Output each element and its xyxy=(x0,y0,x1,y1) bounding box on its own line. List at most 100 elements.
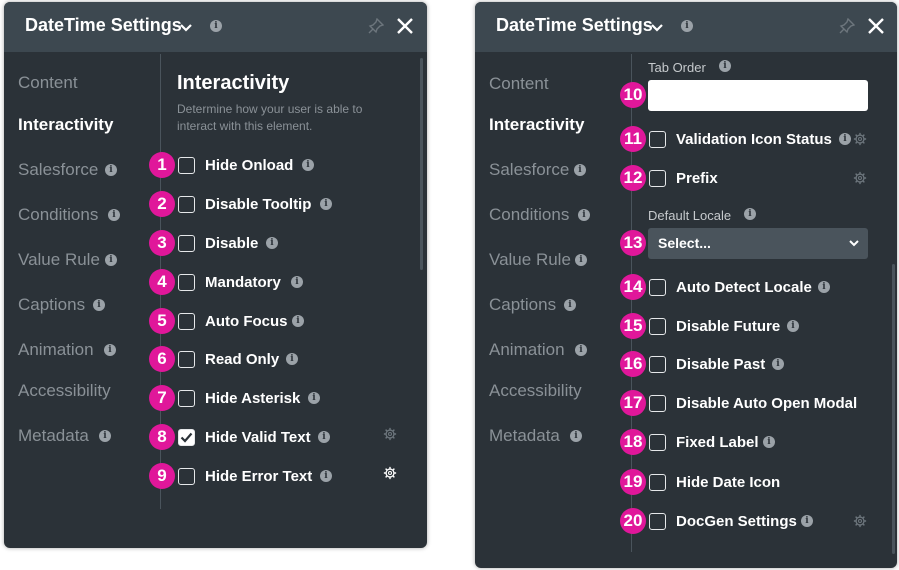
nav-animation[interactable]: Animation xyxy=(18,340,94,360)
close-icon[interactable] xyxy=(395,16,415,36)
pin-icon[interactable] xyxy=(839,18,855,34)
settings-panel-right: DateTime Settings i Content Interactivit… xyxy=(475,2,897,568)
step-badge: 15 xyxy=(620,313,646,339)
nav-accessibility[interactable]: Accessibility xyxy=(489,381,582,401)
gear-icon[interactable] xyxy=(383,466,397,480)
gear-icon[interactable] xyxy=(853,514,867,528)
disable-auto-open-modal-checkbox[interactable] xyxy=(649,395,666,412)
info-icon: i xyxy=(99,430,111,442)
option-label: Disable Past xyxy=(676,356,766,373)
panel-title[interactable]: DateTime Settings xyxy=(496,15,653,36)
pin-icon[interactable] xyxy=(368,18,384,34)
option-label: Mandatory xyxy=(205,274,281,291)
info-icon: i xyxy=(93,299,105,311)
nav-value-rule[interactable]: Value Rule xyxy=(18,250,100,270)
step-badge: 10 xyxy=(620,82,646,108)
nav-accessibility[interactable]: Accessibility xyxy=(18,381,111,401)
panel-title[interactable]: DateTime Settings xyxy=(25,15,182,36)
gear-icon[interactable] xyxy=(383,427,397,441)
default-locale-select[interactable]: Select... xyxy=(648,228,868,259)
option-label: Hide Error Text xyxy=(205,468,313,485)
info-icon: i xyxy=(308,392,320,404)
step-badge: 9 xyxy=(149,463,175,489)
disable-future-checkbox[interactable] xyxy=(649,318,666,335)
info-icon: i xyxy=(801,515,813,527)
option-label: Read Only xyxy=(205,351,280,368)
mandatory-checkbox[interactable] xyxy=(178,274,195,291)
nav-conditions[interactable]: Conditions xyxy=(489,205,569,225)
gear-icon[interactable] xyxy=(853,132,867,146)
nav-metadata[interactable]: Metadata xyxy=(489,426,560,446)
step-badge: 5 xyxy=(149,308,175,334)
nav-salesforce[interactable]: Salesforce xyxy=(18,160,98,180)
step-badge: 2 xyxy=(149,191,175,217)
hide-date-icon-checkbox[interactable] xyxy=(649,474,666,491)
hide-onload-checkbox[interactable] xyxy=(178,157,195,174)
nav-animation[interactable]: Animation xyxy=(489,340,565,360)
option-label: Validation Icon Status xyxy=(676,131,832,148)
info-icon: i xyxy=(763,436,775,448)
info-icon: i xyxy=(839,133,851,145)
auto-focus-checkbox[interactable] xyxy=(178,313,195,330)
hide-asterisk-checkbox[interactable] xyxy=(178,390,195,407)
info-icon: i xyxy=(210,20,222,32)
info-icon: i xyxy=(575,344,587,356)
read-only-checkbox[interactable] xyxy=(178,351,195,368)
option-label: Hide Asterisk xyxy=(205,390,301,407)
nav-interactivity[interactable]: Interactivity xyxy=(489,115,584,135)
info-icon: i xyxy=(570,430,582,442)
nav-interactivity[interactable]: Interactivity xyxy=(18,115,113,135)
option-label: Hide Valid Text xyxy=(205,429,311,446)
step-badge: 18 xyxy=(620,429,646,455)
step-badge: 11 xyxy=(620,126,646,152)
info-icon: i xyxy=(564,299,576,311)
info-icon: i xyxy=(108,209,120,221)
validation-icon-status-checkbox[interactable] xyxy=(649,131,666,148)
nav-captions[interactable]: Captions xyxy=(489,295,556,315)
chevron-down-icon[interactable] xyxy=(649,19,665,35)
nav-content[interactable]: Content xyxy=(489,74,549,94)
scrollbar[interactable] xyxy=(892,264,895,554)
checkmark-icon xyxy=(180,432,193,443)
nav-conditions[interactable]: Conditions xyxy=(18,205,98,225)
default-locale-label: Default Locale xyxy=(648,208,732,223)
option-label: Disable Future xyxy=(676,318,781,335)
option-label: Hide Onload xyxy=(205,157,294,174)
info-icon: i xyxy=(787,320,799,332)
info-icon: i xyxy=(681,20,693,32)
nav-content[interactable]: Content xyxy=(18,73,78,93)
nav-captions[interactable]: Captions xyxy=(18,295,85,315)
nav-salesforce[interactable]: Salesforce xyxy=(489,160,569,180)
panel-header: DateTime Settings i xyxy=(4,2,427,52)
nav-metadata[interactable]: Metadata xyxy=(18,426,89,446)
info-icon: i xyxy=(292,315,304,327)
step-badge: 16 xyxy=(620,351,646,377)
fixed-label-checkbox[interactable] xyxy=(649,434,666,451)
nav-value-rule[interactable]: Value Rule xyxy=(489,250,571,270)
step-badge: 13 xyxy=(620,230,646,256)
auto-detect-locale-checkbox[interactable] xyxy=(649,279,666,296)
hide-error-text-checkbox[interactable] xyxy=(178,468,195,485)
info-icon: i xyxy=(744,208,756,220)
info-icon: i xyxy=(105,254,117,266)
chevron-down-icon[interactable] xyxy=(178,19,194,35)
option-label: Disable xyxy=(205,235,259,252)
step-badge: 14 xyxy=(620,274,646,300)
prefix-checkbox[interactable] xyxy=(649,170,666,187)
info-icon: i xyxy=(318,431,330,443)
info-icon: i xyxy=(574,164,586,176)
scrollbar[interactable] xyxy=(420,58,423,270)
disable-past-checkbox[interactable] xyxy=(649,356,666,373)
select-value: Select... xyxy=(658,235,711,251)
hide-valid-text-checkbox[interactable] xyxy=(178,429,195,446)
option-label: Prefix xyxy=(676,170,718,187)
disable-checkbox[interactable] xyxy=(178,235,195,252)
step-badge: 12 xyxy=(620,165,646,191)
close-icon[interactable] xyxy=(866,16,886,36)
docgen-settings-checkbox[interactable] xyxy=(649,513,666,530)
gear-icon[interactable] xyxy=(853,171,867,185)
tab-order-input[interactable] xyxy=(648,80,868,111)
disable-tooltip-checkbox[interactable] xyxy=(178,196,195,213)
settings-panel-left: DateTime Settings i Content Interactivit… xyxy=(4,2,427,548)
info-icon: i xyxy=(578,209,590,221)
